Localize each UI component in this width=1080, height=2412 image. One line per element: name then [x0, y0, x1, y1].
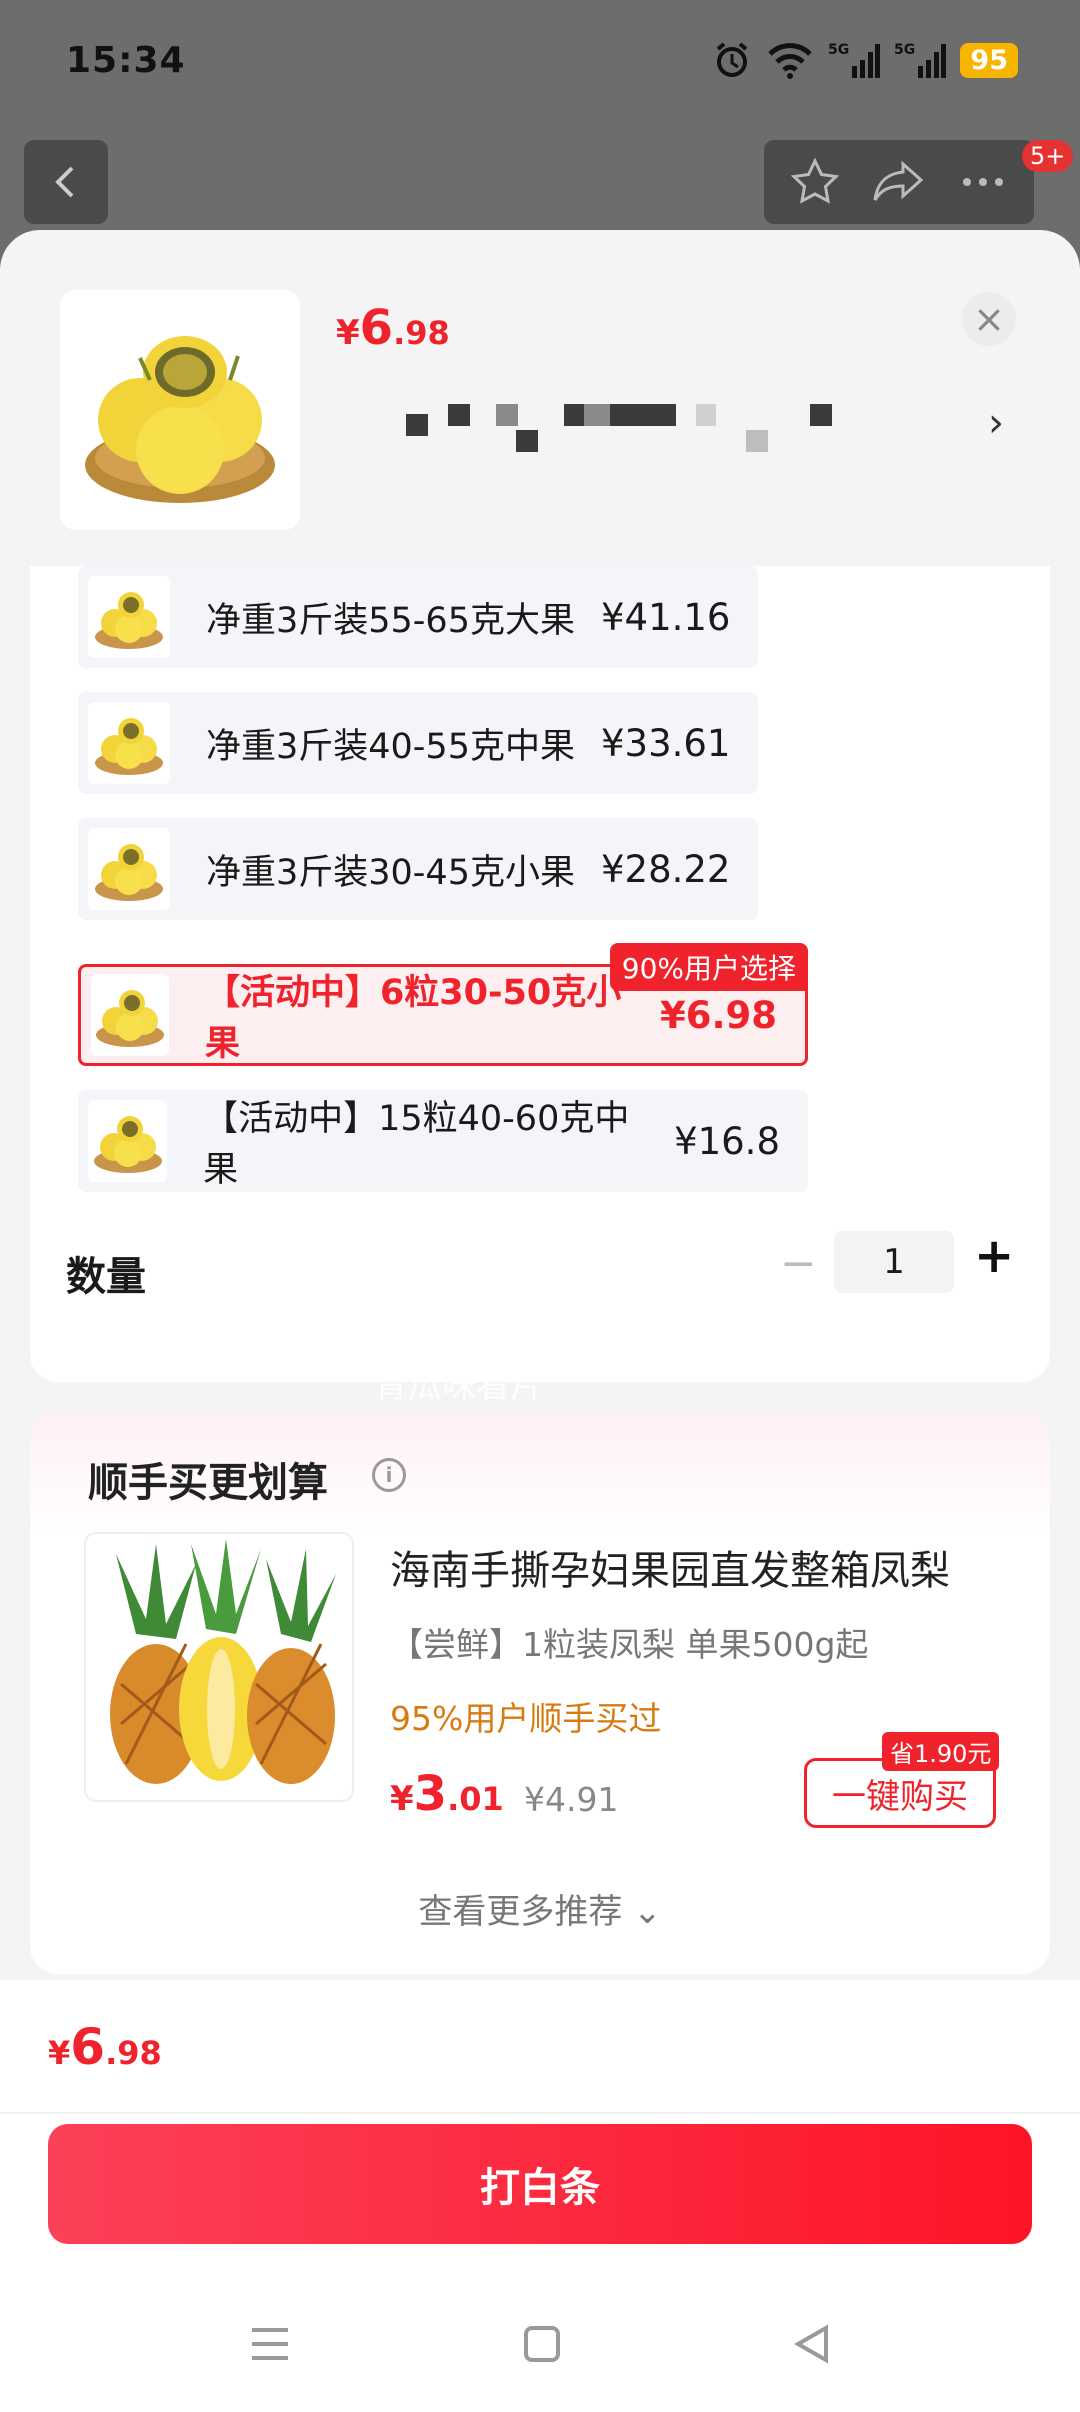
recommendation-card: 顺手买更划算 i 海南手撕孕妇果园直发整箱凤梨 【尝鲜】1粒装凤梨 单果500g…	[30, 1414, 1050, 1974]
recommendation-name[interactable]: 海南手撕孕妇果园直发整箱凤梨	[390, 1538, 950, 1596]
back-button[interactable]	[24, 140, 108, 224]
product-price: ¥6.98	[336, 300, 450, 356]
price-currency: ¥	[390, 1779, 414, 1819]
recommendation-image[interactable]	[84, 1532, 354, 1802]
close-icon: ×	[973, 297, 1005, 341]
more-icon[interactable]	[957, 156, 1009, 208]
status-bar: 15:34 5G 5G 95	[0, 0, 1080, 120]
popular-choice-tag: 90%用户选择	[609, 943, 808, 991]
savings-tag: 省1.90元	[882, 1732, 1000, 1771]
system-navigation-bar	[0, 2294, 1080, 2394]
option-label: 净重3斤装55-65克大果	[206, 600, 575, 641]
svg-text:5G: 5G	[894, 42, 915, 58]
option-thumbnail	[88, 828, 170, 910]
pay-with-baitiao-button[interactable]: 打白条	[48, 2124, 1032, 2244]
price-integer: 6	[70, 2018, 106, 2076]
spec-option[interactable]: 【活动中】15粒40-60克中果 ¥16.8	[78, 1090, 808, 1192]
passion-fruit-thumb	[95, 718, 163, 775]
option-label: 【活动中】15粒40-60克中果	[203, 1099, 630, 1190]
spec-options-card: 净重3斤装55-65克大果 ¥41.16 净重3斤装40-55克中果 ¥33.6…	[30, 566, 1050, 1382]
quantity-increase-button[interactable]: +	[974, 1228, 1014, 1284]
option-thumbnail	[91, 974, 169, 1056]
passion-fruit-thumb	[95, 844, 163, 901]
option-label: 【活动中】6粒30-50克小果	[204, 973, 622, 1064]
battery-level: 95	[960, 42, 1018, 78]
option-thumbnail	[88, 702, 170, 784]
footer-action-bar: 打白条	[0, 2112, 1080, 2412]
back-triangle-icon[interactable]	[792, 2324, 832, 2364]
spec-option[interactable]: 净重3斤装40-55克中果 ¥33.61	[78, 692, 759, 794]
signal-5g-icon-2: 5G	[894, 42, 947, 78]
price-currency: ¥	[48, 2034, 71, 2072]
option-price: ¥33.61	[600, 721, 731, 765]
more-recommendations-link[interactable]: 查看更多推荐 ⌄	[30, 1884, 1050, 1933]
menu-icon[interactable]	[248, 2324, 292, 2364]
share-icon[interactable]	[871, 156, 927, 208]
sku-sheet: ¥6.98 › × 净重3斤装55-65克大果 ¥41.16 净重3斤装40-5…	[0, 230, 1080, 2412]
home-icon[interactable]	[522, 2324, 562, 2364]
recommendation-original-price: ¥4.91	[524, 1780, 619, 1819]
option-price: ¥16.8	[674, 1119, 780, 1163]
option-thumbnail	[88, 576, 170, 658]
pineapple-image	[110, 1539, 336, 1784]
message-badge: 5+	[1022, 140, 1074, 172]
price-decimal: .98	[105, 2034, 162, 2072]
status-icons: 5G 5G 95	[712, 40, 1018, 80]
recommendation-spec: 【尝鲜】1粒装凤梨 单果500g起	[390, 1625, 869, 1664]
option-price: ¥28.22	[600, 847, 731, 891]
quantity-decrease-button[interactable]: −	[780, 1238, 817, 1289]
price-decimal: .98	[393, 314, 450, 352]
product-thumbnail	[60, 290, 300, 530]
info-icon[interactable]: i	[372, 1458, 406, 1492]
quantity-input[interactable]: 1	[834, 1231, 954, 1293]
svg-text:5G: 5G	[828, 42, 849, 58]
passion-fruit-thumb	[95, 990, 164, 1047]
spec-option[interactable]: 净重3斤装55-65克大果 ¥41.16	[78, 566, 759, 668]
total-price: ¥6.98	[48, 2018, 162, 2076]
recommendation-title: 顺手买更划算	[88, 1460, 328, 1506]
footer-price-bar: ¥6.98	[0, 1980, 1080, 2112]
product-title-redacted	[336, 400, 856, 464]
passion-fruit-thumb	[95, 592, 163, 649]
signal-5g-icon: 5G	[828, 42, 881, 78]
price-integer: 3	[413, 1766, 448, 1822]
passion-fruit-thumb	[93, 1116, 162, 1173]
nav-actions	[764, 140, 1034, 224]
price-decimal: .01	[447, 1780, 504, 1818]
quantity-label: 数量	[66, 1254, 146, 1300]
passion-fruit-image	[85, 336, 275, 503]
spec-option[interactable]: 净重3斤装30-45克小果 ¥28.22	[78, 818, 759, 920]
option-label: 净重3斤装30-45克小果	[206, 852, 575, 893]
spec-option-selected[interactable]: 90%用户选择 【活动中】6粒30-50克小果 ¥6.98	[78, 943, 808, 1066]
product-detail-chevron[interactable]: ›	[988, 400, 1004, 446]
star-icon[interactable]	[789, 156, 841, 208]
alarm-icon	[717, 42, 748, 77]
close-button[interactable]: ×	[962, 292, 1016, 346]
chevron-left-icon	[55, 166, 74, 198]
option-price: ¥6.98	[659, 993, 777, 1037]
recommendation-price: ¥3.01	[390, 1766, 504, 1822]
wifi-icon	[768, 43, 813, 79]
price-integer: 6	[359, 300, 394, 356]
recommendation-hint: 95%用户顺手买过	[390, 1699, 662, 1738]
option-price: ¥41.16	[600, 595, 731, 639]
watermark-text: 青瓜味看片	[374, 1366, 544, 1406]
status-time: 15:34	[66, 39, 186, 81]
price-currency: ¥	[336, 313, 360, 353]
option-thumbnail	[88, 1100, 168, 1182]
option-label: 净重3斤装40-55克中果	[206, 726, 575, 767]
